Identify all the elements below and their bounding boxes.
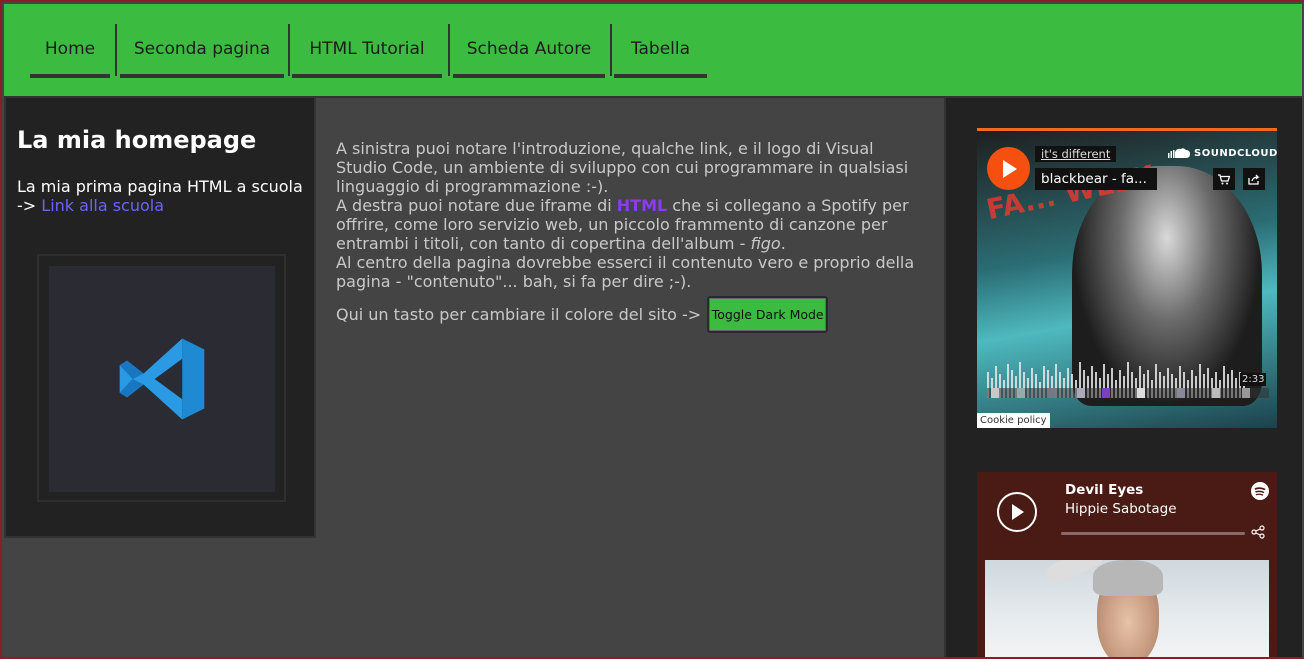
- spotify-share-icon[interactable]: [1251, 525, 1265, 543]
- nav-scheda-autore-label: Scheda Autore: [466, 39, 592, 59]
- soundcloud-brand-label: SOUNDCLOUD: [1194, 147, 1277, 159]
- content-text: A sinistra puoi notare l'introduzione, q…: [336, 139, 926, 291]
- nav-home-label: Home: [44, 39, 96, 59]
- spotify-play-button[interactable]: [997, 492, 1037, 532]
- nav-tabella-label: Tabella: [630, 39, 691, 59]
- vscode-logo: [49, 266, 275, 492]
- spotify-embed[interactable]: Devil Eyes Hippie Sabotage: [977, 472, 1277, 657]
- cookie-policy-link[interactable]: Cookie policy: [977, 413, 1050, 428]
- paragraph-2a: A destra puoi notare due iframe di: [336, 196, 617, 215]
- share-icon: [1248, 174, 1260, 185]
- school-link[interactable]: Link alla scuola: [41, 196, 164, 215]
- nav-seconda-pagina[interactable]: Seconda pagina: [120, 24, 284, 78]
- play-icon: [1002, 159, 1017, 178]
- paragraph-1: A sinistra puoi notare l'introduzione, q…: [336, 139, 909, 196]
- nav-divider: [610, 24, 612, 76]
- nav-divider: [288, 24, 290, 76]
- left-sidebar: La mia homepage La mia prima pagina HTML…: [4, 98, 316, 538]
- album-cover: [985, 560, 1269, 657]
- toggle-dark-mode-button[interactable]: Toggle Dark Mode: [707, 296, 829, 333]
- vscode-icon: [119, 338, 205, 420]
- nav-tabella[interactable]: Tabella: [614, 24, 707, 78]
- spotify-artist[interactable]: Hippie Sabotage: [1065, 501, 1177, 517]
- track-duration: 2:33: [1240, 373, 1267, 386]
- waveform[interactable]: [987, 356, 1269, 398]
- spotify-progress-bar[interactable]: [1061, 532, 1245, 535]
- top-navbar: Home Seconda pagina HTML Tutorial Scheda…: [4, 4, 1302, 98]
- paragraph-3: Al centro della pagina dovrebbe esserci …: [336, 253, 915, 291]
- play-icon: [1012, 504, 1024, 520]
- nav-home[interactable]: Home: [30, 24, 110, 78]
- html-highlight: HTML: [616, 196, 668, 215]
- right-sidebar: FA... WEEK it's different blackbear - fa…: [944, 98, 1302, 657]
- spotify-track-title[interactable]: Devil Eyes: [1065, 482, 1143, 498]
- soundcloud-play-button[interactable]: [987, 147, 1030, 190]
- soundcloud-logo-icon: [1168, 148, 1190, 158]
- nav-divider: [448, 24, 450, 76]
- soundcloud-track-title[interactable]: blackbear - fa...: [1035, 168, 1157, 190]
- toggle-row: Qui un tasto per cambiare il colore del …: [336, 296, 829, 333]
- intro-arrow: ->: [17, 196, 37, 215]
- buy-button[interactable]: [1213, 168, 1235, 190]
- toggle-label: Qui un tasto per cambiare il colore del …: [336, 305, 702, 324]
- page: Home Seconda pagina HTML Tutorial Scheda…: [0, 0, 1304, 659]
- nav-html-tutorial-label: HTML Tutorial: [309, 39, 425, 59]
- figo-text: figo: [750, 234, 781, 253]
- intro-text: La mia prima pagina HTML a scuola -> Lin…: [17, 177, 312, 215]
- cart-icon: [1218, 173, 1230, 184]
- soundcloud-user-link[interactable]: it's different: [1035, 146, 1117, 162]
- intro-sentence: La mia prima pagina HTML a scuola: [17, 177, 303, 196]
- soundcloud-brand[interactable]: SOUNDCLOUD: [1167, 147, 1277, 159]
- paragraph-2c: .: [780, 234, 786, 253]
- comment-avatars: [987, 388, 1269, 398]
- share-icon: [1251, 525, 1265, 539]
- share-button[interactable]: [1243, 168, 1265, 190]
- nav-html-tutorial[interactable]: HTML Tutorial: [292, 24, 442, 78]
- spotify-logo-icon[interactable]: [1251, 482, 1269, 500]
- page-title: La mia homepage: [17, 126, 257, 154]
- nav-scheda-autore[interactable]: Scheda Autore: [453, 24, 605, 78]
- spotify-waves-icon: [1254, 487, 1266, 496]
- cover-hat: [1093, 560, 1163, 596]
- soundcloud-embed[interactable]: FA... WEEK it's different blackbear - fa…: [977, 128, 1277, 428]
- nav-divider: [115, 24, 117, 76]
- main-content: A sinistra puoi notare l'introduzione, q…: [316, 98, 944, 657]
- nav-seconda-pagina-label: Seconda pagina: [133, 39, 271, 59]
- vscode-logo-frame: [37, 254, 286, 502]
